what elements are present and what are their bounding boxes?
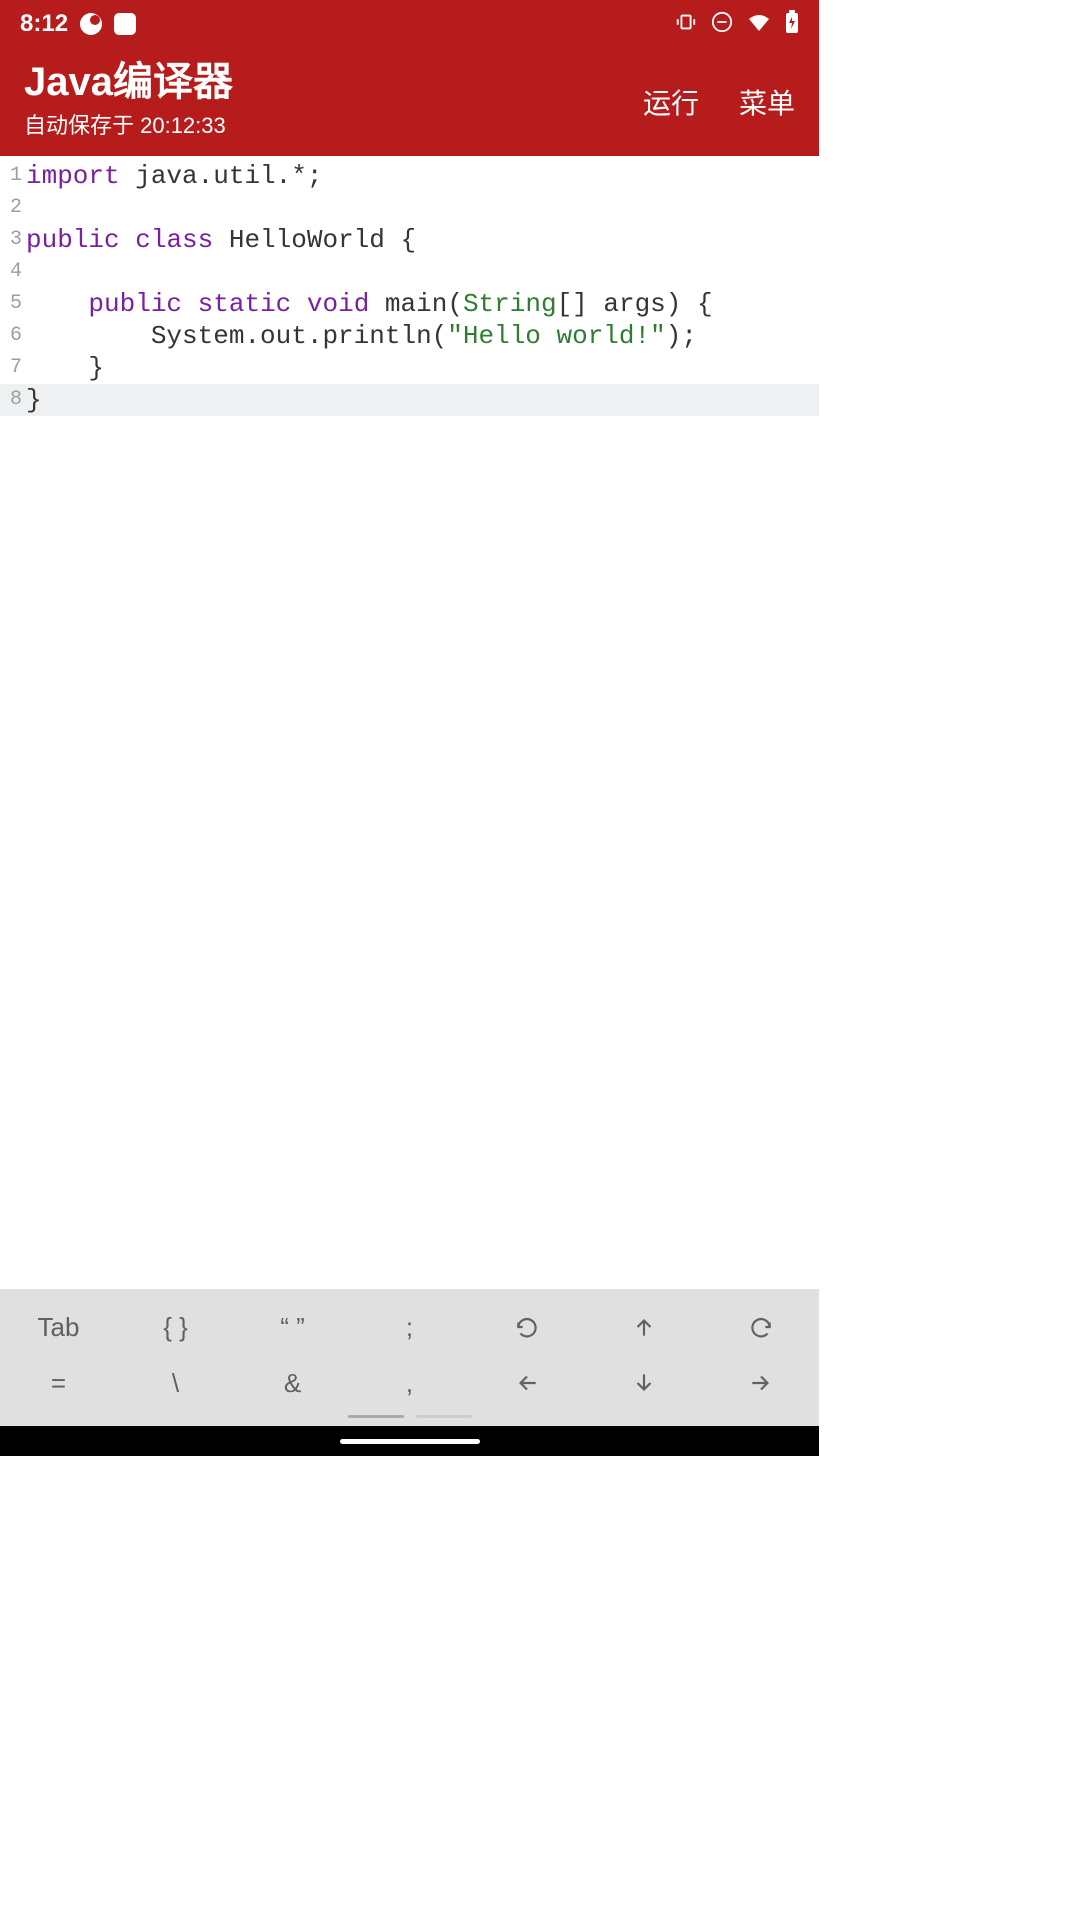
line-number: 1 <box>0 160 26 192</box>
line-number: 6 <box>0 320 26 352</box>
status-right <box>675 10 799 39</box>
status-notification-icon <box>80 13 102 35</box>
status-app-icon <box>114 13 136 35</box>
arrow-right-key[interactable] <box>702 1370 819 1396</box>
app-bar-title-group: Java编译器 自动保存于 20:12:33 <box>24 58 233 140</box>
line-content: public static void main(String[] args) { <box>26 288 713 320</box>
app-title: Java编译器 <box>24 58 233 106</box>
code-line: 8 } <box>0 384 819 416</box>
status-left: 8:12 <box>20 10 136 38</box>
vibrate-icon <box>675 11 697 38</box>
semicolon-key[interactable]: ; <box>351 1312 468 1343</box>
toolbar-row-1: Tab { } “ ” ; <box>0 1299 819 1355</box>
line-content: } <box>26 384 42 416</box>
dnd-icon <box>711 11 733 38</box>
status-time: 8:12 <box>20 10 68 38</box>
page-indicator-inactive <box>416 1415 472 1418</box>
tab-key[interactable]: Tab <box>0 1312 117 1343</box>
comma-key[interactable]: , <box>351 1368 468 1399</box>
line-number: 8 <box>0 384 26 416</box>
line-content: } <box>26 352 104 384</box>
code-line: 3 public class HelloWorld { <box>0 224 819 256</box>
line-content: import java.util.*; <box>26 160 322 192</box>
code-editor[interactable]: 1 import java.util.*; 2 3 public class H… <box>0 156 819 1289</box>
wifi-icon <box>747 10 771 39</box>
line-number: 3 <box>0 224 26 256</box>
code-line: 4 <box>0 256 819 288</box>
redo-key[interactable] <box>702 1314 819 1340</box>
battery-icon <box>785 10 799 39</box>
braces-key[interactable]: { } <box>117 1312 234 1343</box>
line-number: 7 <box>0 352 26 384</box>
equals-key[interactable]: = <box>0 1368 117 1399</box>
navigation-bar <box>0 1426 819 1456</box>
undo-key[interactable] <box>468 1314 585 1340</box>
arrow-down-key[interactable] <box>585 1370 702 1396</box>
code-line: 5 public static void main(String[] args)… <box>0 288 819 320</box>
app-subtitle: 自动保存于 20:12:33 <box>24 108 233 140</box>
line-content: public class HelloWorld { <box>26 224 416 256</box>
quotes-key[interactable]: “ ” <box>234 1312 351 1343</box>
page-indicator-active <box>348 1415 404 1418</box>
app-bar: Java编译器 自动保存于 20:12:33 运行 菜单 <box>0 48 819 156</box>
keyboard-toolbar: Tab { } “ ” ; = \ & , <box>0 1289 819 1426</box>
run-button[interactable]: 运行 <box>643 82 699 122</box>
code-line: 7 } <box>0 352 819 384</box>
toolbar-row-2: = \ & , <box>0 1355 819 1411</box>
toolbar-page-indicator[interactable] <box>0 1411 819 1420</box>
line-content: System.out.println("Hello world!"); <box>26 320 697 352</box>
backslash-key[interactable]: \ <box>117 1368 234 1399</box>
code-line: 2 <box>0 192 819 224</box>
ampersand-key[interactable]: & <box>234 1368 351 1399</box>
app-bar-actions: 运行 菜单 <box>643 58 795 122</box>
status-bar: 8:12 <box>0 0 819 48</box>
arrow-left-key[interactable] <box>468 1370 585 1396</box>
line-number: 4 <box>0 256 26 288</box>
arrow-up-key[interactable] <box>585 1314 702 1340</box>
code-line: 6 System.out.println("Hello world!"); <box>0 320 819 352</box>
nav-handle[interactable] <box>340 1439 480 1444</box>
code-line: 1 import java.util.*; <box>0 160 819 192</box>
menu-button[interactable]: 菜单 <box>739 82 795 122</box>
line-number: 2 <box>0 192 26 224</box>
line-number: 5 <box>0 288 26 320</box>
